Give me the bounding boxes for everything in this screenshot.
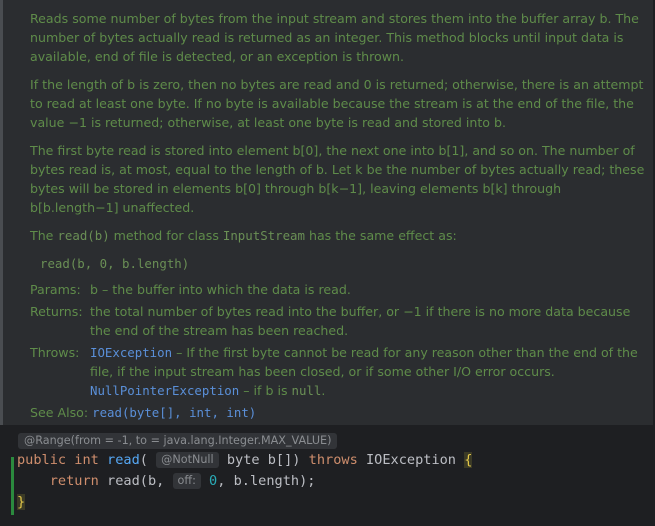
p4-prefix: The — [30, 228, 58, 243]
paren-open: ( — [139, 452, 157, 468]
code-editor[interactable]: @Range(from = -1, to = java.lang.Integer… — [0, 430, 655, 526]
brace-open: { — [464, 452, 473, 468]
doc-paragraph-3: The first byte read is stored into eleme… — [30, 143, 645, 215]
method-name: read — [107, 452, 140, 468]
code-line-close[interactable]: } — [17, 492, 26, 512]
exception-type: IOException — [357, 452, 465, 468]
p4-code-inputstream: InputStream — [222, 228, 305, 243]
doc-paragraph-4: The read(b) method for class InputStream… — [30, 226, 646, 245]
see-also-section: See Also: read(byte[], int, int) — [30, 403, 646, 422]
see-also-link[interactable]: read(byte[], int, int) — [92, 403, 256, 422]
p4-suffix: has the same effect as: — [304, 228, 457, 243]
brace-close: } — [17, 494, 26, 510]
p4-mid: method for class — [109, 228, 223, 243]
npe-desc-post: . — [321, 383, 326, 398]
p4-code-read: read(b) — [57, 228, 110, 243]
call-rest: , b.length); — [217, 473, 316, 489]
params-value: b – the buffer into which the data is re… — [90, 282, 351, 297]
code-line-signature[interactable]: public int read( @NotNull byte b[]) thro… — [17, 450, 473, 470]
ioexception-link[interactable]: IOException — [90, 345, 172, 360]
code-line-return[interactable]: return read(b, off: 0, b.length); — [17, 471, 315, 491]
javadoc-content: Reads some number of bytes from the inpu… — [30, 9, 646, 425]
params-label: Params: — [30, 282, 81, 297]
throws-value: IOException – If the first byte cannot b… — [90, 343, 646, 400]
example-code: read(b, 0, b.length) — [40, 256, 190, 271]
nullpointerexception-link[interactable]: NullPointerException — [90, 383, 239, 398]
keyword-throws: throws — [308, 452, 358, 468]
throws-label: Throws: — [30, 345, 80, 360]
throws-section: Throws: IOException – If the first byte … — [30, 343, 646, 400]
see-also-label: See Also: — [30, 405, 89, 420]
doc-paragraph-2: If the length of b is zero, then no byte… — [30, 77, 644, 130]
range-annotation-hint[interactable]: @Range(from = -1, to = java.lang.Integer… — [18, 433, 338, 449]
notnull-hint[interactable]: @NotNull — [156, 452, 219, 468]
doc-paragraph-1: Reads some number of bytes from the inpu… — [30, 11, 639, 64]
keyword-int: int — [74, 452, 99, 468]
returns-section: Returns: the total number of bytes read … — [30, 302, 646, 340]
params-section: Params: b – the buffer into which the da… — [30, 280, 646, 299]
ioexception-desc: – If the first byte cannot be read for a… — [90, 345, 638, 379]
param-decl: byte b[]) — [218, 452, 309, 468]
returns-value: the total number of bytes read into the … — [90, 304, 631, 338]
javadoc-popup: Reads some number of bytes from the inpu… — [0, 0, 653, 425]
off-param-hint[interactable]: off: — [172, 473, 201, 489]
gutter-change-marker — [11, 457, 14, 515]
call-read: read(b, — [98, 473, 173, 489]
keyword-return: return — [49, 473, 99, 489]
npe-null-code: null — [291, 383, 322, 398]
number-zero: 0 — [209, 473, 218, 489]
keyword-public: public — [17, 452, 67, 468]
returns-label: Returns: — [30, 304, 83, 319]
npe-desc-pre: – if b is — [239, 383, 292, 398]
